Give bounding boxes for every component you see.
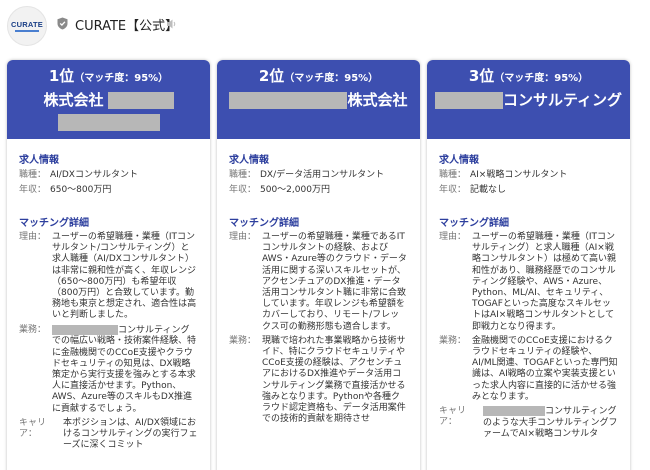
career-label: キャリア： xyxy=(439,406,467,428)
card-header: 1位（マッチ度：95%） 株式会社 xyxy=(7,60,210,139)
role-row: 職種： AI×戦略コンサルタント xyxy=(439,169,618,182)
career-label: キャリア： xyxy=(19,417,47,439)
role-row: 職種： DX/データ活用コンサルタント xyxy=(229,169,408,182)
reason-label: 理由： xyxy=(229,232,257,242)
career-text: コンサルティングのような大手コンサルティングファームでAI×戦略コンサルタ xyxy=(483,406,618,440)
salary-row: 年収： 500〜2,000万円 xyxy=(229,184,408,197)
card-header: 2位（マッチ度：95%） 株式会社 xyxy=(217,60,420,139)
rank: 1位 xyxy=(48,67,75,85)
business-row: 業務： 金融機関でのCCoE支援におけるクラウドセキュリティの経験や、AI/ML関… xyxy=(439,336,618,403)
career-row: キャリア： 本ポジションは、AI/DX領域におけるコンサルティングの実行フェーズに… xyxy=(19,418,198,452)
redacted-company xyxy=(52,324,118,335)
redacted-company xyxy=(107,92,174,109)
avatar-logo: CURATE xyxy=(11,19,43,29)
business-text: 現職で培われた事業戦略から技術サイド、特にクラウドセキュリティやCCoE支援の経… xyxy=(262,335,406,425)
business-row: 業務： 現職で培われた事業戦略から技術サイド、特にクラウドセキュリティやCCoE支… xyxy=(229,336,408,426)
role-value: AI/DXコンサルタント xyxy=(50,170,138,180)
role-row: 職種： AI/DXコンサルタント xyxy=(19,169,198,182)
redacted-company xyxy=(434,92,503,109)
company-suffix: 株式会社 xyxy=(347,91,408,109)
salary-value: 650〜800万円 xyxy=(50,185,112,195)
reason-row: 理由： ユーザーの希望職種・業種（ITコンサルティング）と求人職種（AI×戦略コン… xyxy=(439,232,618,333)
salary-label: 年収： xyxy=(439,185,467,195)
job-info-title: 求人情報 xyxy=(439,155,479,166)
matching-title: マッチング詳細 xyxy=(19,218,89,229)
salary-row: 年収： 650〜800万円 xyxy=(19,184,198,197)
app-name: CURATE【公式】 xyxy=(75,19,179,34)
business-text: コンサルティングでの幅広い戦略・技術案件経験、特に金融機関でのCCoE支援やクラ… xyxy=(52,324,198,415)
match-score: （マッチ度：95%） xyxy=(284,73,379,84)
career-row: キャリア： コンサルティングのような大手コンサルティングファームでAI×戦略コンサ… xyxy=(439,406,618,440)
career-text: 本ポジションは、AI/DX領域におけるコンサルティングの実行フェーズに深くコミッ… xyxy=(63,417,198,451)
redacted-company xyxy=(229,92,348,109)
shield-icon xyxy=(57,17,68,30)
salary-label: 年収： xyxy=(229,185,257,195)
logo-underline xyxy=(15,29,39,32)
reason-text: ユーザーの希望職種・業種（ITコンサルタント/コンサルティング）と求人職種（AI… xyxy=(52,232,197,321)
role-value: DX/データ活用コンサルタント xyxy=(260,170,385,180)
business-value: コンサルティングでの幅広い戦略・技術案件経験、特に金融機関でのCCoE支援やクラ… xyxy=(52,325,197,414)
rank-line: 1位（マッチ度：95%） xyxy=(7,67,210,88)
matching-title: マッチング詳細 xyxy=(229,218,299,229)
match-score: （マッチ度：95%） xyxy=(74,73,169,84)
redacted-company xyxy=(483,406,545,417)
business-label: 業務： xyxy=(439,335,467,346)
rank: 3位 xyxy=(468,67,495,85)
company-prefix: 株式会社 xyxy=(43,91,104,109)
card-body: 求人情報 職種： AI×戦略コンサルタント 年収： 記載なし マッチング詳細 理由：… xyxy=(427,139,630,440)
job-card-2[interactable]: 2位（マッチ度：95%） 株式会社 求人情報 職種： DX/データ活用コンサルタン… xyxy=(217,60,420,470)
company-name: コンサルティング xyxy=(427,89,630,111)
role-label: 職種： xyxy=(19,170,47,180)
company-suffix: コンサルティング xyxy=(502,91,623,109)
reason-label: 理由： xyxy=(439,232,467,242)
company-name: 株式会社 xyxy=(217,89,420,111)
reason-row: 理由： ユーザーの希望職種・業種であるITコンサルタントの経験、およびAWS・Az… xyxy=(229,232,408,333)
matching-title: マッチング詳細 xyxy=(439,218,509,229)
job-info-title: 求人情報 xyxy=(229,155,269,166)
card-header: 3位（マッチ度：95%） コンサルティング xyxy=(427,60,630,139)
role-label: 職種： xyxy=(439,170,467,180)
rank-line: 2位（マッチ度：95%） xyxy=(217,67,420,88)
salary-value: 500〜2,000万円 xyxy=(260,185,330,195)
salary-row: 年収： 記載なし xyxy=(439,184,618,197)
rank: 2位 xyxy=(258,67,285,85)
match-score: （マッチ度：95%） xyxy=(494,73,589,84)
reason-text: ユーザーの希望職種・業種（ITコンサルティング）と求人職種（AI×戦略コンサルタ… xyxy=(472,232,617,332)
business-text: 金融機関でのCCoE支援におけるクラウドセキュリティの経験や、AI/ML関連、T… xyxy=(472,335,618,402)
business-label: 業務： xyxy=(229,335,257,346)
role-value: AI×戦略コンサルタント xyxy=(470,170,568,180)
reason-text: ユーザーの希望職種・業種であるITコンサルタントの経験、およびAWS・Azure… xyxy=(262,232,407,332)
redacted-company xyxy=(57,114,160,131)
business-label: 業務： xyxy=(19,324,47,335)
job-card-3[interactable]: 3位（マッチ度：95%） コンサルティング 求人情報 職種： AI×戦略コンサルタ… xyxy=(427,60,630,470)
avatar[interactable]: CURATE xyxy=(7,6,47,46)
company-name: 株式会社 xyxy=(7,89,210,133)
chat-header: CURATE CURATE【公式】 xyxy=(0,0,650,50)
card-body: 求人情報 職種： DX/データ活用コンサルタント 年収： 500〜2,000万円 マ… xyxy=(217,139,420,425)
role-label: 職種： xyxy=(229,170,257,180)
rank-line: 3位（マッチ度：95%） xyxy=(427,67,630,88)
salary-value: 記載なし xyxy=(470,185,507,195)
reason-label: 理由： xyxy=(19,232,47,242)
reason-row: 理由： ユーザーの希望職種・業種（ITコンサルタント/コンサルティング）と求人職種… xyxy=(19,232,198,322)
job-card-1[interactable]: 1位（マッチ度：95%） 株式会社 求人情報 職種： AI/DXコンサルタント 年… xyxy=(7,60,210,470)
salary-label: 年収： xyxy=(19,185,47,195)
business-row: 業務： コンサルティングでの幅広い戦略・技術案件経験、特に金融機関でのCCoE支援… xyxy=(19,324,198,415)
card-body: 求人情報 職種： AI/DXコンサルタント 年収： 650〜800万円 マッチング詳… xyxy=(7,139,210,451)
job-info-title: 求人情報 xyxy=(19,155,59,166)
speaker-icon[interactable] xyxy=(166,18,178,30)
